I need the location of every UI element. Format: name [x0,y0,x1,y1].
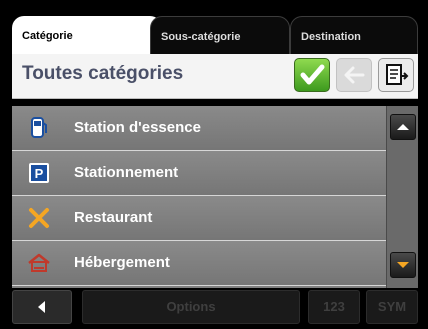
tab-destination-label: Destination [301,31,361,43]
svg-text:P: P [35,166,44,181]
fork-knife-icon [29,208,49,228]
list-item-restaurant[interactable]: Restaurant [12,196,386,241]
tab-bar: Catégorie Sous-catégorie Destination [0,0,428,58]
list-item-lodging[interactable]: Hébergement [12,241,386,286]
fuel-pump-icon [31,117,47,138]
symbol-keyboard-button[interactable]: SYM [366,290,418,324]
confirm-button[interactable] [294,58,330,92]
sort-list-icon [386,64,409,85]
numeric-keyboard-button[interactable]: 123 [308,290,360,324]
list-item-parking[interactable]: P Stationnement [12,151,386,196]
list-item-fuel-station[interactable]: Station d'essence [12,106,386,151]
sort-button[interactable] [378,58,414,92]
back-arrow-button[interactable] [336,58,372,92]
list-scrollbar[interactable] [386,106,418,288]
page-title: Toutes catégories [22,63,184,84]
tab-category[interactable]: Catégorie [12,16,162,54]
options-button[interactable]: Options [82,290,300,324]
scroll-up-button[interactable] [390,114,416,140]
symbol-label: SYM [377,299,407,314]
list-item-label: Restaurant [74,209,153,226]
hotel-bed-icon [28,253,50,272]
title-bar: Toutes catégories [12,54,418,99]
options-label: Options [166,299,216,314]
tab-destination[interactable]: Destination [290,16,418,54]
tab-category-label: Catégorie [22,30,73,42]
category-list: Station d'essence P Stationnement Restau… [12,106,386,288]
triangle-up-icon [397,124,409,130]
list-item-label: Hébergement [74,254,170,271]
tab-subcategory[interactable]: Sous-catégorie [150,16,290,54]
back-button[interactable] [12,290,72,324]
parking-icon: P [29,163,49,183]
triangle-left-icon [38,301,45,313]
checkmark-icon [300,64,325,85]
arrow-left-icon [344,66,365,84]
triangle-down-icon [397,262,409,268]
numeric-label: 123 [323,299,345,314]
list-item-label: Stationnement [74,164,179,181]
list-item-label: Station d'essence [74,119,201,136]
tab-subcategory-label: Sous-catégorie [161,31,241,43]
scroll-down-button[interactable] [390,252,416,278]
